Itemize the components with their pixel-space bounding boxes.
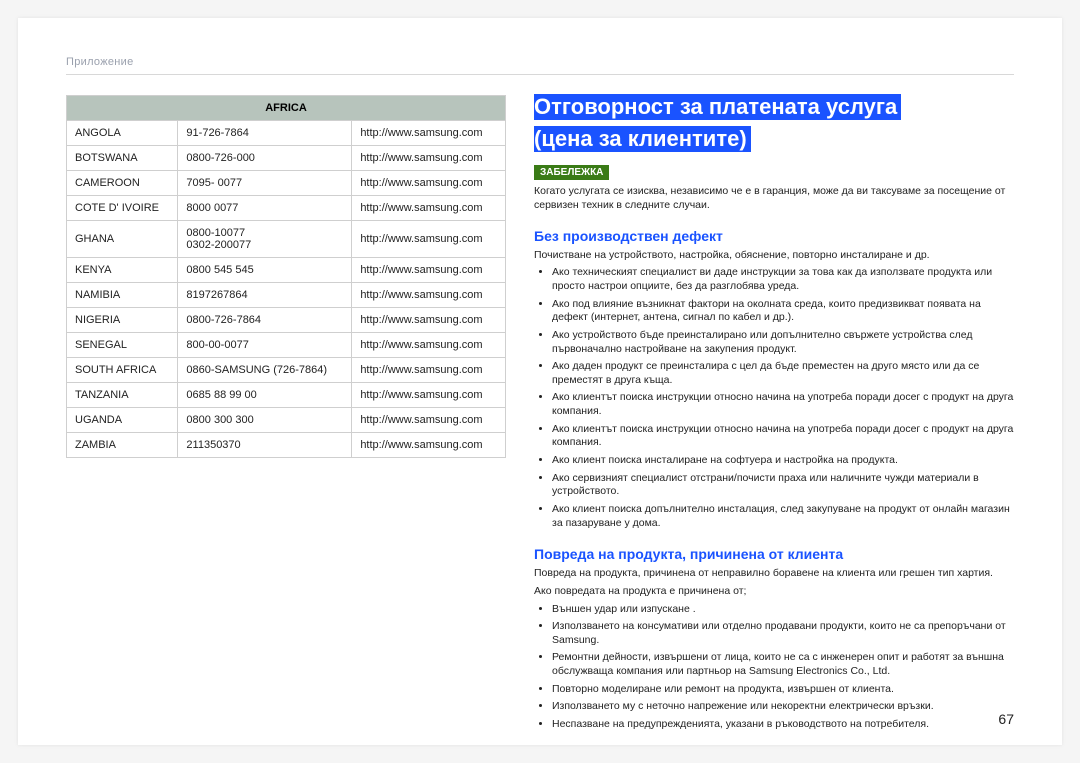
cell-url: http://www.samsung.com xyxy=(352,383,506,408)
section2-bullets: Външен удар или изпускане . Използването … xyxy=(534,603,1014,732)
cell-url: http://www.samsung.com xyxy=(352,171,506,196)
cell-url: http://www.samsung.com xyxy=(352,221,506,258)
cell-url: http://www.samsung.com xyxy=(352,196,506,221)
cell-country: ZAMBIA xyxy=(67,433,178,458)
table-row: SOUTH AFRICA0860-SAMSUNG (726-7864)http:… xyxy=(67,358,506,383)
main-title: Отговорност за платената услуга (цена за… xyxy=(534,91,1014,155)
cell-phone: 0800-726-000 xyxy=(178,146,352,171)
cell-phone: 8000 0077 xyxy=(178,196,352,221)
list-item: Използването на консумативи или отделно … xyxy=(552,620,1014,647)
cell-phone: 0860-SAMSUNG (726-7864) xyxy=(178,358,352,383)
cell-url: http://www.samsung.com xyxy=(352,433,506,458)
cell-url: http://www.samsung.com xyxy=(352,258,506,283)
cell-country: GHANA xyxy=(67,221,178,258)
page-number: 67 xyxy=(998,711,1014,727)
right-column: Отговорност за платената услуга (цена за… xyxy=(534,95,1014,736)
cell-url: http://www.samsung.com xyxy=(352,121,506,146)
cell-country: UGANDA xyxy=(67,408,178,433)
section1-bullets: Ако техническият специалист ви даде инст… xyxy=(534,266,1014,530)
cell-country: NIGERIA xyxy=(67,308,178,333)
header-divider xyxy=(66,74,1014,75)
cell-country: NAMIBIA xyxy=(67,283,178,308)
cell-phone: 0800 545 545 xyxy=(178,258,352,283)
document-page: Приложение AFRICA ANGOLA91-726-7864http:… xyxy=(18,18,1062,745)
section1-intro: Почистване на устройството, настройка, о… xyxy=(534,248,1014,262)
list-item: Ако клиент поиска инсталиране на софтуер… xyxy=(552,454,1014,468)
list-item: Неспазване на предупрежденията, указани … xyxy=(552,718,1014,732)
note-body: Когато услугата се изисква, независимо ч… xyxy=(534,184,1014,212)
table-header: AFRICA xyxy=(67,96,506,121)
title-line-1: Отговорност за платената услуга xyxy=(534,94,901,120)
table-row: TANZANIA0685 88 99 00http://www.samsung.… xyxy=(67,383,506,408)
list-item: Използването му с неточно напрежение или… xyxy=(552,700,1014,714)
cell-phone: 0800-726-7864 xyxy=(178,308,352,333)
list-item: Ако клиентът поиска инструкции относно н… xyxy=(552,391,1014,418)
list-item: Ако даден продукт се преинсталира с цел … xyxy=(552,360,1014,387)
list-item: Ако клиентът поиска инструкции относно н… xyxy=(552,423,1014,450)
left-column: AFRICA ANGOLA91-726-7864http://www.samsu… xyxy=(66,95,506,736)
cell-phone: 800-00-0077 xyxy=(178,333,352,358)
cell-phone: 8197267864 xyxy=(178,283,352,308)
section2-line1: Повреда на продукта, причинена от неправ… xyxy=(534,566,1014,580)
cell-phone: 211350370 xyxy=(178,433,352,458)
table-row: ZAMBIA211350370http://www.samsung.com xyxy=(67,433,506,458)
cell-phone: 0685 88 99 00 xyxy=(178,383,352,408)
cell-url: http://www.samsung.com xyxy=(352,333,506,358)
cell-phone: 91-726-7864 xyxy=(178,121,352,146)
list-item: Ако под влияние възникнат фактори на око… xyxy=(552,298,1014,325)
table-row: NIGERIA0800-726-7864http://www.samsung.c… xyxy=(67,308,506,333)
header-label: Приложение xyxy=(66,56,1014,68)
cell-url: http://www.samsung.com xyxy=(352,358,506,383)
table-row: KENYA0800 545 545http://www.samsung.com xyxy=(67,258,506,283)
table-row: CAMEROON7095- 0077http://www.samsung.com xyxy=(67,171,506,196)
list-item: Външен удар или изпускане . xyxy=(552,603,1014,617)
cell-phone: 0800-10077 0302-200077 xyxy=(178,221,352,258)
cell-country: SOUTH AFRICA xyxy=(67,358,178,383)
cell-phone: 7095- 0077 xyxy=(178,171,352,196)
cell-phone: 0800 300 300 xyxy=(178,408,352,433)
cell-url: http://www.samsung.com xyxy=(352,283,506,308)
cell-country: SENEGAL xyxy=(67,333,178,358)
list-item: Ако устройството бъде преинсталирано или… xyxy=(552,329,1014,356)
cell-url: http://www.samsung.com xyxy=(352,146,506,171)
cell-country: ANGOLA xyxy=(67,121,178,146)
table-row: UGANDA0800 300 300http://www.samsung.com xyxy=(67,408,506,433)
table-row: COTE D' IVOIRE8000 0077http://www.samsun… xyxy=(67,196,506,221)
table-row: ANGOLA91-726-7864http://www.samsung.com xyxy=(67,121,506,146)
section1-heading: Без производствен дефект xyxy=(534,228,1014,244)
cell-country: BOTSWANA xyxy=(67,146,178,171)
cell-country: CAMEROON xyxy=(67,171,178,196)
list-item: Повторно моделиране или ремонт на продук… xyxy=(552,683,1014,697)
table-body: ANGOLA91-726-7864http://www.samsung.comB… xyxy=(67,121,506,458)
table-row: NAMIBIA8197267864http://www.samsung.com xyxy=(67,283,506,308)
cell-country: TANZANIA xyxy=(67,383,178,408)
list-item: Ако клиент поиска допълнително инсталаци… xyxy=(552,503,1014,530)
section2-line2: Ако повредата на продукта е причинена от… xyxy=(534,584,1014,598)
list-item: Ако техническият специалист ви даде инст… xyxy=(552,266,1014,293)
table-row: BOTSWANA0800-726-000http://www.samsung.c… xyxy=(67,146,506,171)
note-badge: ЗАБЕЛЕЖКА xyxy=(534,165,609,180)
africa-table: AFRICA ANGOLA91-726-7864http://www.samsu… xyxy=(66,95,506,458)
table-row: SENEGAL800-00-0077http://www.samsung.com xyxy=(67,333,506,358)
cell-country: COTE D' IVOIRE xyxy=(67,196,178,221)
cell-country: KENYA xyxy=(67,258,178,283)
table-row: GHANA0800-10077 0302-200077http://www.sa… xyxy=(67,221,506,258)
cell-url: http://www.samsung.com xyxy=(352,408,506,433)
section2-heading: Повреда на продукта, причинена от клиент… xyxy=(534,546,1014,562)
list-item: Ако сервизният специалист отстрани/почис… xyxy=(552,472,1014,499)
content-columns: AFRICA ANGOLA91-726-7864http://www.samsu… xyxy=(66,95,1014,736)
title-line-2: (цена за клиентите) xyxy=(534,126,751,152)
cell-url: http://www.samsung.com xyxy=(352,308,506,333)
list-item: Ремонтни дейности, извършени от лица, ко… xyxy=(552,651,1014,678)
